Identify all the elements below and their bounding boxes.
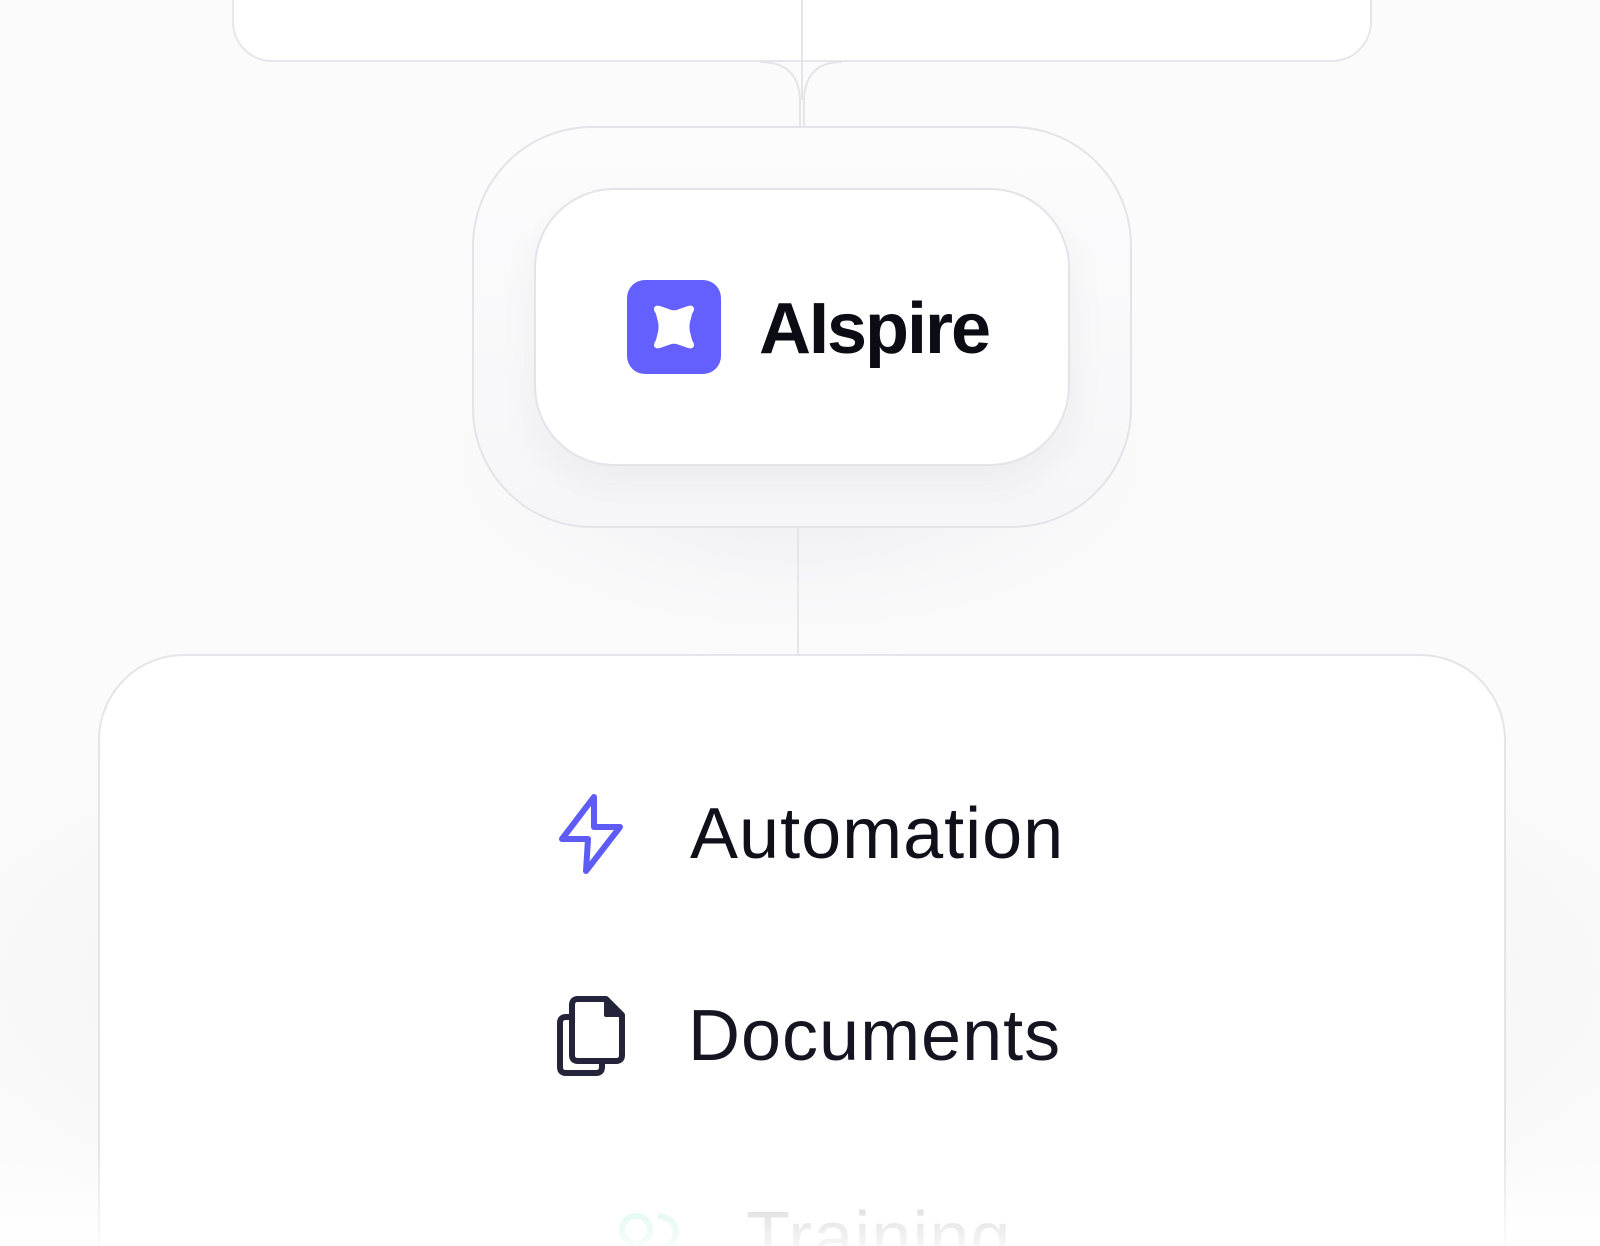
feature-automation: Automation — [556, 792, 1064, 876]
sparkle-icon — [627, 280, 721, 374]
feature-label: Training — [746, 1198, 1012, 1246]
connector-top-left — [759, 61, 801, 126]
feature-label: Documents — [688, 996, 1062, 1076]
feature-label: Automation — [690, 794, 1065, 874]
top-left-card — [232, 0, 802, 62]
training-icon — [614, 1196, 684, 1246]
lightning-bolt-icon — [556, 792, 626, 876]
brand-logo: AIspire — [627, 280, 991, 374]
feature-card — [98, 654, 1506, 1246]
diagram-canvas: AIspire Automation Documents Training — [0, 0, 1600, 1246]
connector-top-right — [803, 61, 843, 126]
top-right-card — [800, 0, 1372, 62]
feature-documents: Documents — [556, 994, 1061, 1078]
brand-name: AIspire — [759, 289, 991, 369]
documents-icon — [556, 994, 626, 1078]
feature-training: Training — [614, 1196, 1011, 1246]
